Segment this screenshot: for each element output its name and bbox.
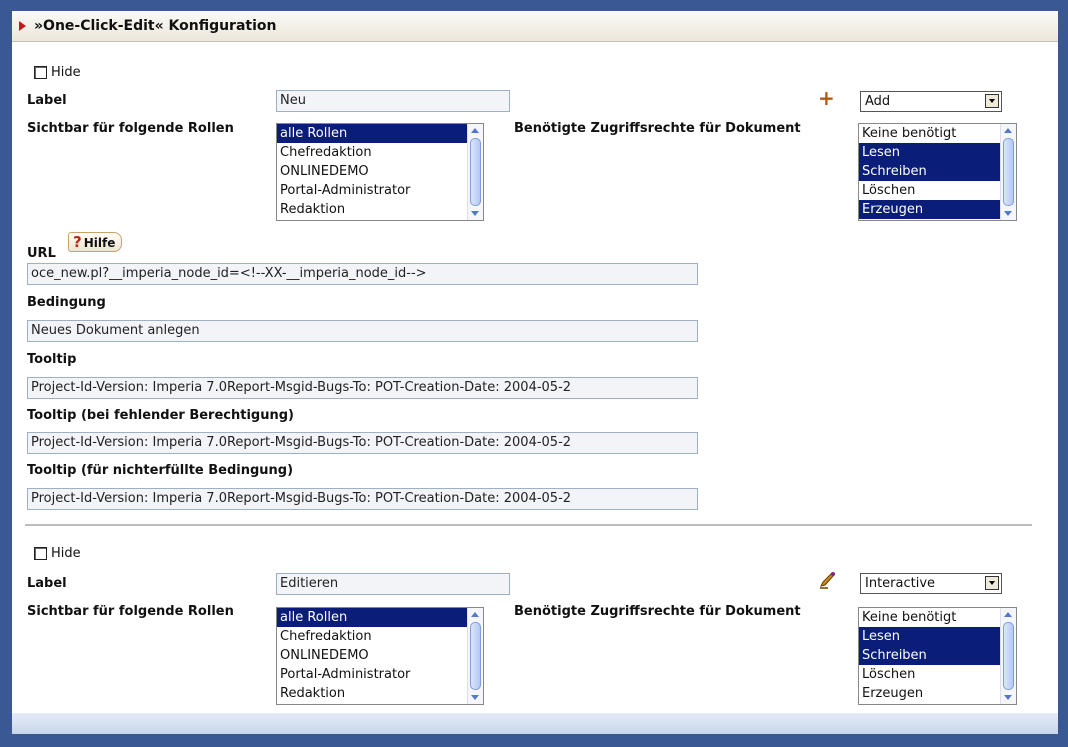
rights-listbox[interactable]: Keine benötigt Lesen Schreiben Löschen E…: [858, 607, 1017, 705]
tooltip-noperm-input[interactable]: Project-Id-Version: Imperia 7.0Report-Ms…: [27, 432, 698, 454]
list-item[interactable]: ONLINEDEMO: [277, 162, 483, 181]
list-item[interactable]: alle Rollen: [277, 124, 483, 143]
scroll-down-icon[interactable]: [471, 211, 479, 216]
tooltip-nocond-input[interactable]: Project-Id-Version: Imperia 7.0Report-Ms…: [27, 488, 698, 510]
label-caption: Label: [27, 576, 67, 591]
scrollbar[interactable]: [467, 124, 483, 220]
scrollbar[interactable]: [467, 608, 483, 704]
tooltip-input[interactable]: Project-Id-Version: Imperia 7.0Report-Ms…: [27, 377, 698, 399]
hide-checkbox-row-2[interactable]: Hide: [34, 546, 81, 561]
scroll-thumb[interactable]: [470, 138, 481, 206]
condition-input[interactable]: Neues Dokument anlegen: [27, 320, 698, 342]
scroll-up-icon[interactable]: [471, 128, 479, 133]
list-item[interactable]: Redaktion: [277, 200, 483, 219]
edit-pen-icon: [820, 572, 835, 589]
section-divider: [25, 524, 1032, 526]
triangle-right-icon[interactable]: [19, 21, 26, 31]
url-input[interactable]: oce_new.pl?__imperia_node_id=<!--XX-__im…: [27, 263, 698, 285]
roles-listbox[interactable]: alle Rollen Chefredaktion ONLINEDEMO Por…: [276, 123, 484, 221]
type-select[interactable]: Interactive: [860, 573, 1002, 594]
list-item[interactable]: Chefredaktion: [277, 143, 483, 162]
list-item[interactable]: Chefredaktion: [277, 627, 483, 646]
roles-listbox[interactable]: alle Rollen Chefredaktion ONLINEDEMO Por…: [276, 607, 484, 705]
roles-caption: Sichtbar für folgende Rollen: [27, 604, 234, 619]
help-label: Hilfe: [83, 236, 116, 250]
label-input[interactable]: Editieren: [276, 573, 510, 595]
panel-title-bar[interactable]: »One-Click-Edit« Konfiguration: [12, 11, 1058, 42]
list-item[interactable]: Lesen: [859, 627, 1016, 646]
roles-caption: Sichtbar für folgende Rollen: [27, 121, 234, 136]
scroll-up-icon[interactable]: [1004, 128, 1012, 133]
panel-title: »One-Click-Edit« Konfiguration: [34, 18, 277, 34]
scrollbar[interactable]: [1000, 124, 1016, 220]
question-mark-icon: ?: [73, 233, 82, 251]
hide-checkbox[interactable]: [34, 66, 47, 79]
type-select-value: Add: [865, 94, 891, 109]
list-item[interactable]: ONLINEDEMO: [277, 646, 483, 665]
rights-caption: Benötigte Zugriffsrechte für Dokument: [514, 604, 801, 619]
bottom-bar: [12, 713, 1058, 734]
list-item[interactable]: Redaktion: [277, 684, 483, 703]
list-item[interactable]: Löschen: [859, 665, 1016, 684]
list-item[interactable]: Keine benötigt: [859, 124, 1016, 143]
scroll-up-icon[interactable]: [471, 612, 479, 617]
scrollbar[interactable]: [1000, 608, 1016, 704]
scroll-thumb[interactable]: [1003, 138, 1014, 206]
scroll-thumb[interactable]: [470, 622, 481, 690]
condition-caption: Bedingung: [27, 295, 106, 310]
list-item[interactable]: Schreiben: [859, 162, 1016, 181]
rights-caption: Benötigte Zugriffsrechte für Dokument: [514, 121, 801, 136]
tooltip-caption: Tooltip: [27, 352, 77, 367]
hide-label: Hide: [51, 546, 81, 561]
list-item[interactable]: Portal-Administrator: [277, 665, 483, 684]
scroll-up-icon[interactable]: [1004, 612, 1012, 617]
list-item[interactable]: Portal-Administrator: [277, 181, 483, 200]
list-item[interactable]: Lesen: [859, 143, 1016, 162]
list-item[interactable]: alle Rollen: [277, 608, 483, 627]
hide-checkbox-row-1[interactable]: Hide: [34, 65, 81, 80]
list-item[interactable]: Schreiben: [859, 646, 1016, 665]
list-item[interactable]: Erzeugen: [859, 684, 1016, 703]
help-button[interactable]: ? Hilfe: [68, 232, 123, 252]
type-select[interactable]: Add: [860, 91, 1002, 112]
chevron-down-icon[interactable]: [985, 576, 999, 590]
tooltip-noperm-caption: Tooltip (bei fehlender Berechtigung): [27, 408, 294, 423]
hide-checkbox[interactable]: [34, 547, 47, 560]
list-item[interactable]: Keine benötigt: [859, 608, 1016, 627]
label-input[interactable]: Neu: [276, 90, 510, 112]
chevron-down-icon[interactable]: [985, 94, 999, 108]
list-item[interactable]: Löschen: [859, 181, 1016, 200]
hide-label: Hide: [51, 65, 81, 80]
scroll-thumb[interactable]: [1003, 622, 1014, 690]
scroll-down-icon[interactable]: [471, 695, 479, 700]
scroll-down-icon[interactable]: [1004, 211, 1012, 216]
url-caption: URL: [27, 246, 56, 261]
type-select-value: Interactive: [865, 576, 936, 591]
plus-icon: +: [818, 86, 835, 110]
config-panel: »One-Click-Edit« Konfiguration Hide Labe…: [12, 11, 1058, 734]
rights-listbox[interactable]: Keine benötigt Lesen Schreiben Löschen E…: [858, 123, 1017, 221]
scroll-down-icon[interactable]: [1004, 695, 1012, 700]
list-item[interactable]: Erzeugen: [859, 200, 1016, 219]
label-caption: Label: [27, 93, 67, 108]
tooltip-nocond-caption: Tooltip (für nichterfüllte Bedingung): [27, 463, 294, 478]
